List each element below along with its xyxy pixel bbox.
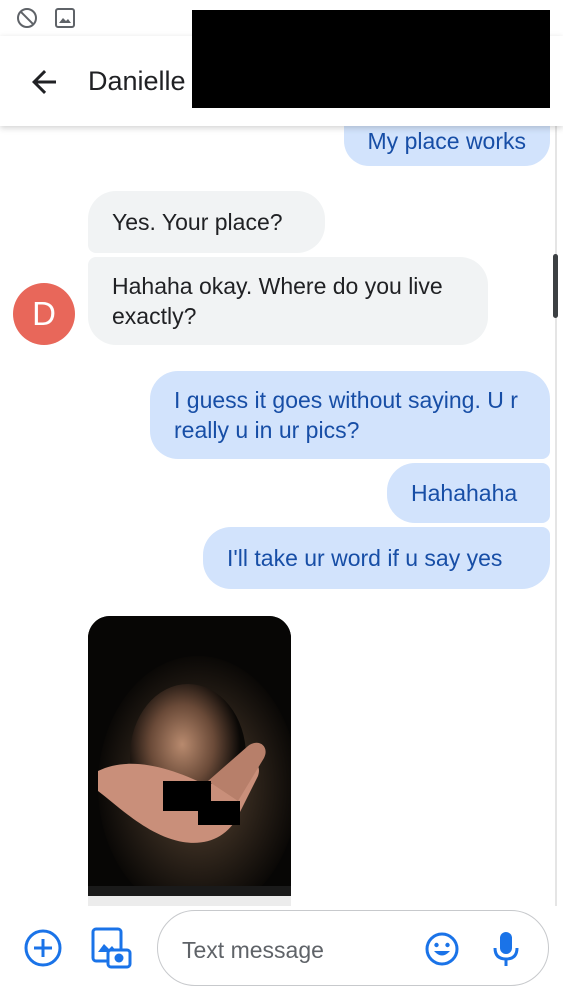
redaction-box bbox=[192, 10, 550, 108]
scrollbar-thumb[interactable] bbox=[553, 254, 558, 318]
message-input-field[interactable] bbox=[157, 910, 549, 986]
add-circle-icon[interactable] bbox=[23, 928, 63, 968]
photo-message[interactable] bbox=[88, 616, 291, 906]
image-icon bbox=[55, 8, 75, 28]
microphone-icon[interactable] bbox=[488, 929, 524, 969]
message-input[interactable] bbox=[180, 931, 404, 969]
arrow-back-icon[interactable] bbox=[26, 64, 62, 100]
photo-image bbox=[88, 616, 291, 906]
message-text: I'll take ur word if u say yes bbox=[227, 545, 503, 571]
message-text: My place works bbox=[367, 128, 526, 154]
contact-name[interactable]: Danielle bbox=[88, 66, 186, 97]
contact-avatar[interactable]: D bbox=[13, 283, 75, 345]
message-bubble-outgoing[interactable]: Hahahaha bbox=[387, 463, 550, 523]
message-bubble-incoming[interactable]: Hahaha okay. Where do you live exactly? bbox=[88, 257, 488, 345]
message-list[interactable]: My place works Yes. Your place? Hahaha o… bbox=[0, 126, 563, 906]
gallery-camera-icon[interactable] bbox=[90, 926, 132, 970]
message-text: Yes. Your place? bbox=[112, 209, 283, 235]
message-bubble-incoming[interactable]: Yes. Your place? bbox=[88, 191, 325, 253]
message-text: I guess it goes without saying. U r real… bbox=[174, 387, 518, 443]
message-bubble-outgoing[interactable]: My place works bbox=[343, 126, 550, 166]
do-not-disturb-icon bbox=[17, 8, 37, 28]
emoji-icon[interactable] bbox=[424, 931, 460, 967]
message-bubble-outgoing[interactable]: I'll take ur word if u say yes bbox=[203, 527, 550, 589]
scrollbar-track bbox=[555, 126, 557, 906]
message-text: Hahahaha bbox=[411, 480, 518, 506]
photo-caption-area bbox=[88, 896, 291, 906]
message-composer bbox=[0, 906, 563, 1000]
message-text: Hahaha okay. Where do you live exactly? bbox=[112, 273, 443, 329]
message-bubble-outgoing[interactable]: I guess it goes without saying. U r real… bbox=[150, 371, 550, 459]
